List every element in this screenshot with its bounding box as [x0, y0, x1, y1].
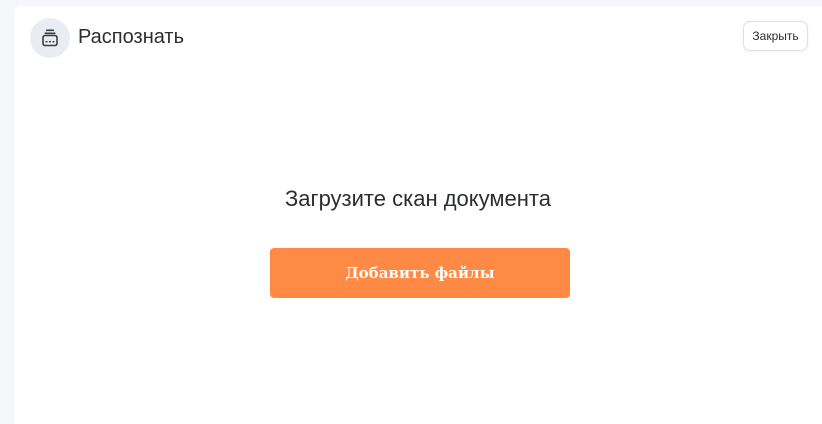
- upload-heading: Загрузите скан документа: [285, 186, 551, 211]
- add-files-button[interactable]: Добавить файлы: [270, 248, 570, 298]
- page-title: Распознать: [78, 26, 185, 48]
- panel-header: Распознать Закрыть: [14, 6, 822, 70]
- stacked-document-icon: [30, 18, 70, 58]
- close-button[interactable]: Закрыть: [743, 21, 808, 51]
- stacked-document-icon-glyph: [42, 29, 58, 47]
- recognize-panel: Распознать Закрыть Загрузите скан докуме…: [14, 6, 822, 424]
